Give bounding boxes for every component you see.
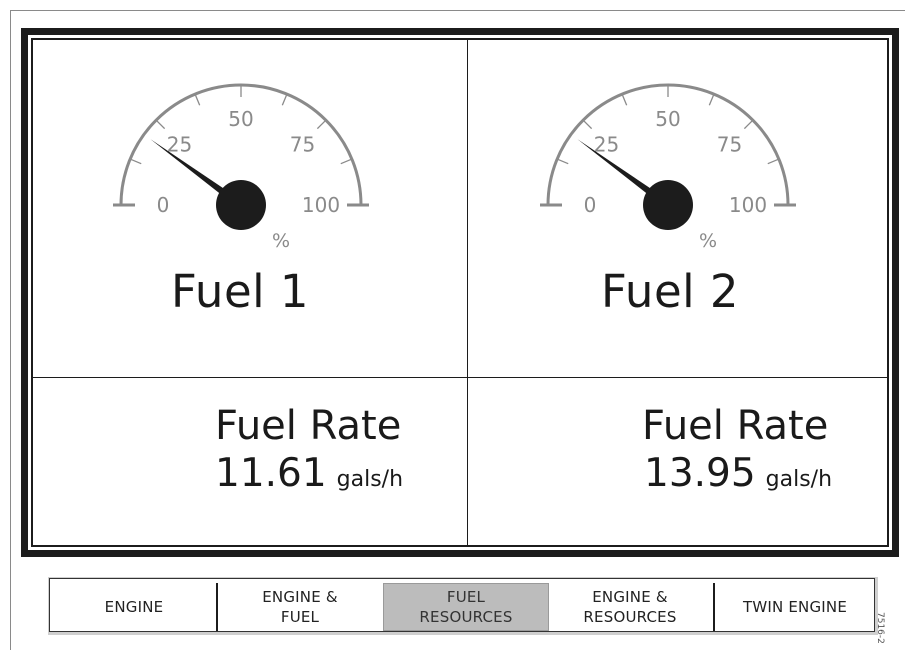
softkey-engine-label: ENGINE [104, 598, 164, 616]
fuel-rate-1-unit: gals/h [336, 467, 404, 492]
fuel-rate-2-value: 13.95 [644, 451, 756, 496]
softkey-engine-fuel-label-line1: ENGINE & [262, 588, 338, 606]
gauge-tick [556, 158, 569, 165]
softkey-engine-fuel-label-line2: FUEL [280, 608, 320, 626]
softkey-bar-face: ENGINE ENGINE & FUEL FUEL RESOURCES ENGI… [49, 578, 875, 632]
page-corner-line-left [10, 10, 11, 650]
fuel-2-gauge-panel: 0 25 50 75 100% Fuel 2 [469, 40, 889, 377]
softkey-twin-engine-label: TWIN ENGINE [742, 598, 848, 616]
fuel-rate-2-panel: Fuel Rate 13.95 gals/h [469, 379, 889, 549]
softkey-engine-resources-label-line1: ENGINE & [592, 588, 668, 606]
softkey-engine[interactable]: ENGINE [54, 583, 214, 631]
fuel-1-gauge-panel: 0 25 50 75 100% Fuel 1 [33, 40, 467, 377]
fuel-1-title: Fuel 1 [171, 265, 310, 318]
display-screen: 0 25 50 75 100% Fuel 1 0 25 50 75 100% Fuel 2 Fu… [28, 35, 892, 550]
gauge-scale-label: 0 [157, 193, 170, 217]
softkey-fuel-resources-label-line2: RESOURCES [419, 608, 513, 626]
softkey-fuel-resources-label-line1: FUEL [446, 588, 486, 606]
gauge-tick [582, 119, 593, 130]
gauge-hub [643, 180, 693, 230]
softkey-separator [216, 583, 218, 631]
panel-divider-horizontal [33, 377, 887, 378]
display-inner-frame: 0 25 50 75 100% Fuel 1 0 25 50 75 100% Fuel 2 Fu… [31, 38, 889, 547]
gauge-tick [340, 158, 353, 165]
gauge-tick [194, 93, 201, 106]
softkey-separator [713, 583, 715, 631]
fuel-1-gauge: 0255075100% [113, 83, 369, 252]
gauge-scale-label: 100 [729, 193, 767, 217]
figure-code: 7516-2 [875, 612, 885, 644]
gauge-tick [743, 119, 754, 130]
fuel-rate-1-label: Fuel Rate [215, 403, 402, 449]
fuel-2-title: Fuel 2 [601, 265, 740, 318]
gauge-tick [281, 93, 288, 106]
gauge-tick [621, 93, 628, 106]
gauge-unit-label: % [272, 230, 290, 252]
fuel-rate-1-panel: Fuel Rate 11.61 gals/h [33, 379, 467, 549]
gauge-scale-label: 100 [302, 193, 340, 217]
gauge-scale-label: 50 [655, 107, 680, 131]
gauge-tick [708, 93, 715, 106]
gauge-tick [767, 158, 780, 165]
gauge-hub [216, 180, 266, 230]
softkey-fuel-resources[interactable]: FUEL RESOURCES [383, 583, 549, 631]
panel-divider-vertical [467, 40, 468, 545]
gauge-tick [316, 119, 327, 130]
gauge-scale-label: 75 [717, 132, 742, 156]
softkey-engine-resources-label-line2: RESOURCES [583, 608, 677, 626]
fuel-rate-1-readout: 11.61 gals/h [215, 451, 403, 496]
fuel-rate-2-unit: gals/h [765, 467, 833, 492]
gauge-tick [129, 158, 142, 165]
fuel-rate-1-value: 11.61 [215, 451, 327, 496]
gauge-unit-label: % [699, 230, 717, 252]
gauge-tick [155, 119, 166, 130]
softkey-engine-fuel[interactable]: ENGINE & FUEL [220, 583, 380, 631]
fuel-rate-2-readout: 13.95 gals/h [644, 451, 832, 496]
softkey-twin-engine[interactable]: TWIN ENGINE [717, 583, 873, 631]
gauge-scale-label: 50 [228, 107, 253, 131]
gauge-scale-label: 0 [584, 193, 597, 217]
instrument-display: 0 25 50 75 100% Fuel 1 0 25 50 75 100% Fuel 2 Fu… [21, 28, 899, 557]
fuel-rate-2-label: Fuel Rate [642, 403, 829, 449]
softkey-bar: ENGINE ENGINE & FUEL FUEL RESOURCES ENGI… [48, 577, 878, 635]
fuel-2-gauge: 0255075100% [540, 83, 796, 252]
gauge-scale-label: 75 [290, 132, 315, 156]
softkey-engine-resources[interactable]: ENGINE & RESOURCES [550, 583, 710, 631]
page-corner-line-top [10, 10, 905, 11]
